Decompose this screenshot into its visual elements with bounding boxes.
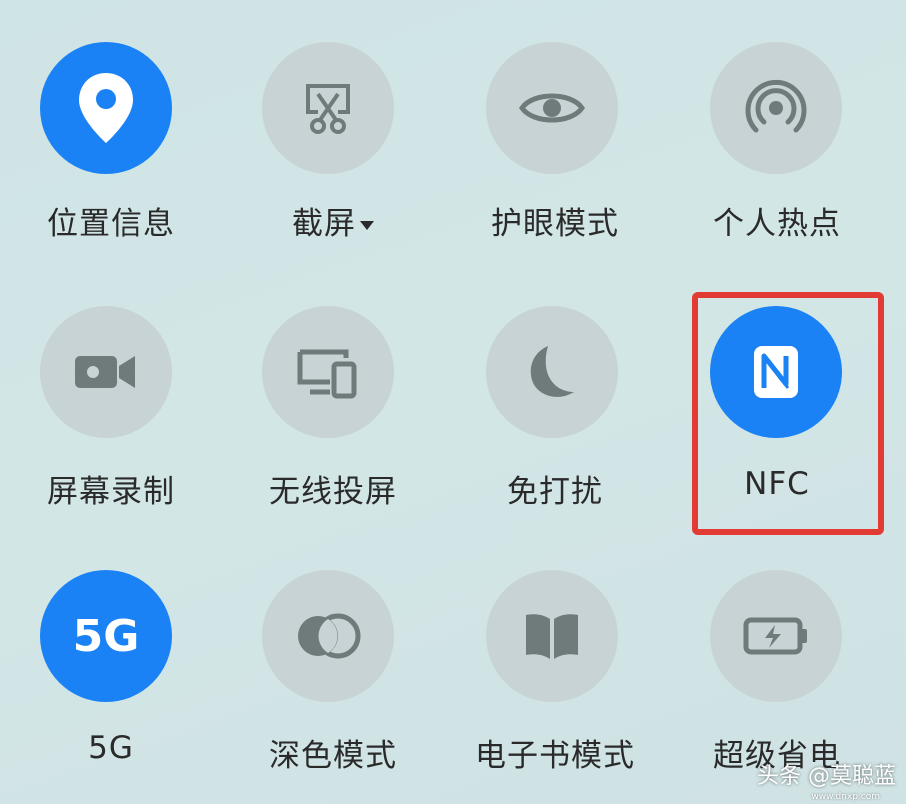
tile-label: 5G <box>88 730 134 766</box>
power-saving-toggle[interactable] <box>710 570 842 702</box>
screenshot-scissors-icon <box>306 84 350 134</box>
5g-icon: 5G <box>72 610 140 662</box>
screen-cast-icon <box>297 349 357 399</box>
eye-comfort-toggle[interactable] <box>486 42 618 174</box>
location-toggle[interactable] <box>40 42 172 174</box>
tile-label: 个人热点 <box>713 206 841 242</box>
battery-saver-icon <box>743 617 807 655</box>
video-camera-icon <box>75 356 135 388</box>
watermark-url: www.dnxp.com <box>811 792 880 802</box>
moon-icon <box>530 346 574 397</box>
location-pin-icon <box>79 73 133 143</box>
hotspot-icon <box>745 79 807 133</box>
tile-label: 截屏 <box>292 206 356 242</box>
tile-label: 深色模式 <box>269 738 397 774</box>
wireless-cast-toggle[interactable] <box>262 306 394 438</box>
tile-label: 无线投屏 <box>269 474 397 510</box>
5g-toggle[interactable]: 5G <box>40 570 172 702</box>
tile-label: 屏幕录制 <box>47 474 175 510</box>
screenshot-toggle[interactable] <box>262 42 394 174</box>
dark-mode-icon <box>298 613 361 659</box>
eye-icon <box>519 93 585 123</box>
ebook-mode-toggle[interactable] <box>486 570 618 702</box>
hotspot-toggle[interactable] <box>710 42 842 174</box>
screen-record-toggle[interactable] <box>40 306 172 438</box>
do-not-disturb-toggle[interactable] <box>486 306 618 438</box>
tile-label: 位置信息 <box>47 206 175 242</box>
book-icon <box>526 614 578 659</box>
tile-label: 免打扰 <box>507 474 603 510</box>
chevron-down-icon[interactable] <box>360 221 374 230</box>
tile-label-wrap[interactable]: 截屏 <box>222 198 444 243</box>
tile-label: 电子书模式 <box>475 738 635 774</box>
tile-label: 护眼模式 <box>491 206 619 242</box>
dark-mode-toggle[interactable] <box>262 570 394 702</box>
watermark: 头条 @莫聪蓝 <box>757 764 896 789</box>
nfc-highlight-box <box>692 292 884 535</box>
